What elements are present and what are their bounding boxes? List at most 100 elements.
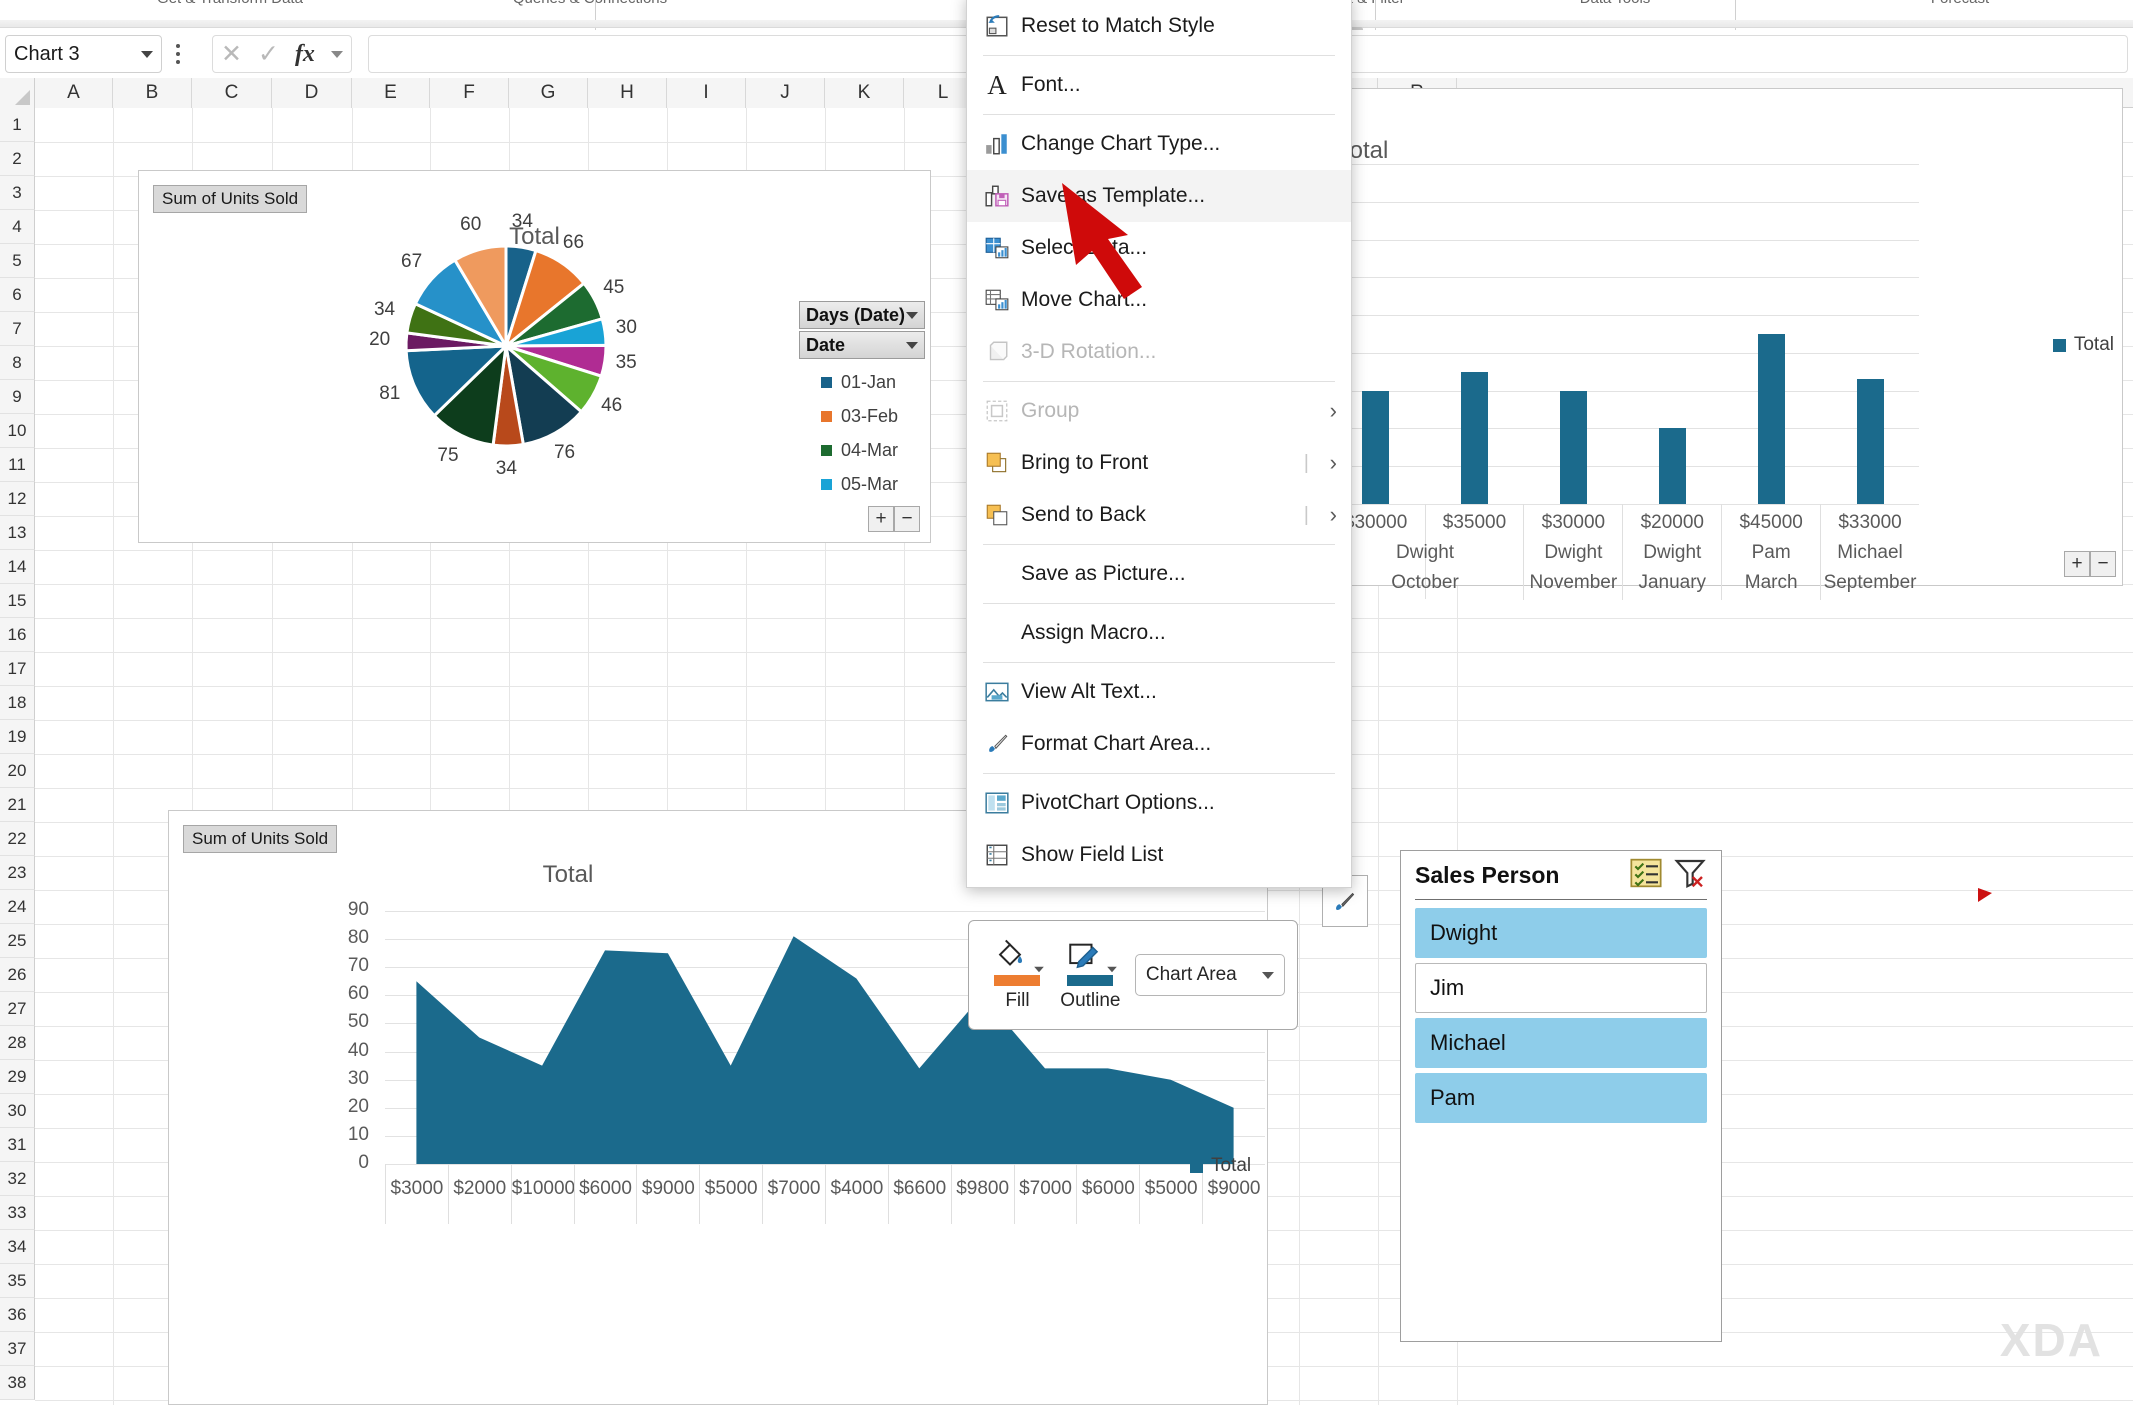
row-header-4[interactable]: 4: [0, 210, 35, 244]
legend-field-days-button[interactable]: Days (Date): [799, 301, 925, 329]
column-header-F[interactable]: F: [430, 78, 509, 108]
chart-context-menu[interactable]: Reset to Match Style A Font... Change Chart…: [966, 0, 1352, 888]
row-header-37[interactable]: 37: [0, 1332, 35, 1366]
chevron-right-icon[interactable]: ›: [1330, 502, 1337, 528]
column-header-J[interactable]: J: [746, 78, 825, 108]
menu-item-font[interactable]: A Font...: [967, 59, 1351, 111]
menu-item-assign-macro[interactable]: Assign Macro...: [967, 607, 1351, 659]
row-header-14[interactable]: 14: [0, 550, 35, 584]
row-header-8[interactable]: 8: [0, 346, 35, 380]
row-header-22[interactable]: 22: [0, 822, 35, 856]
row-header-6[interactable]: 6: [0, 278, 35, 312]
bar[interactable]: [1559, 390, 1587, 504]
check-icon[interactable]: ✓: [258, 41, 279, 67]
row-header-11[interactable]: 11: [0, 448, 35, 482]
column-chart-expand-collapse[interactable]: + −: [2064, 551, 2116, 577]
row-header-7[interactable]: 7: [0, 312, 35, 346]
pie-chart-expand-collapse[interactable]: + −: [868, 506, 920, 532]
menu-item-show-field-list[interactable]: Show Field List: [967, 829, 1351, 881]
row-header-27[interactable]: 27: [0, 992, 35, 1026]
row-header-15[interactable]: 15: [0, 584, 35, 618]
sales-person-slicer[interactable]: Sales Person Dwight Jim Michael Pam: [1400, 850, 1722, 1342]
fx-icon[interactable]: fx: [295, 41, 315, 68]
column-header-I[interactable]: I: [667, 78, 746, 108]
row-header-1[interactable]: 1: [0, 108, 35, 142]
collapse-button[interactable]: −: [894, 506, 920, 532]
slicer-item-jim[interactable]: Jim: [1415, 963, 1707, 1013]
row-header-34[interactable]: 34: [0, 1230, 35, 1264]
bar[interactable]: [1362, 390, 1390, 504]
column-header-H[interactable]: H: [588, 78, 667, 108]
row-header-17[interactable]: 17: [0, 652, 35, 686]
menu-item-reset-to-match-style[interactable]: Reset to Match Style: [967, 0, 1351, 52]
row-header-19[interactable]: 19: [0, 720, 35, 754]
column-header-E[interactable]: E: [352, 78, 430, 108]
column-header-A[interactable]: A: [35, 78, 113, 108]
area-field-button[interactable]: Sum of Units Sold: [183, 825, 338, 853]
multi-select-icon[interactable]: [1629, 857, 1663, 894]
row-header-2[interactable]: 2: [0, 142, 35, 176]
chevron-down-icon[interactable]: [141, 50, 153, 58]
outline-tool[interactable]: Outline: [1054, 939, 1127, 1012]
menu-item-pivotchart-options[interactable]: PivotChart Options...: [967, 777, 1351, 829]
row-header-18[interactable]: 18: [0, 686, 35, 720]
row-header-24[interactable]: 24: [0, 890, 35, 924]
chevron-right-icon[interactable]: ›: [1330, 398, 1337, 424]
row-header-10[interactable]: 10: [0, 414, 35, 448]
menu-item-select-data[interactable]: Select Data...: [967, 222, 1351, 274]
bar[interactable]: [1461, 371, 1488, 504]
menu-item-view-alt-text[interactable]: View Alt Text...: [967, 666, 1351, 718]
bar[interactable]: [1856, 379, 1884, 504]
column-header-G[interactable]: G: [509, 78, 588, 108]
collapse-button[interactable]: −: [2090, 551, 2116, 577]
slicer-item-dwight[interactable]: Dwight: [1415, 908, 1707, 958]
bar[interactable]: [1757, 334, 1785, 504]
pivot-pie-chart[interactable]: Sum of Units Sold Total 34 66 45 30 35 46 76 34…: [138, 170, 931, 543]
legend-field-date-button[interactable]: Date: [799, 331, 925, 359]
close-icon[interactable]: ✕: [221, 41, 242, 67]
name-box[interactable]: Chart 3: [5, 35, 162, 73]
chevron-down-icon[interactable]: [906, 311, 918, 319]
expand-button[interactable]: +: [868, 506, 894, 532]
menu-item-change-chart-type[interactable]: Change Chart Type...: [967, 118, 1351, 170]
row-header-31[interactable]: 31: [0, 1128, 35, 1162]
chevron-down-icon[interactable]: [906, 341, 918, 349]
column-header-K[interactable]: K: [825, 78, 904, 108]
more-options-icon[interactable]: [176, 44, 180, 64]
slicer-item-pam[interactable]: Pam: [1415, 1073, 1707, 1123]
menu-item-bring-to-front[interactable]: Bring to Front | ›: [967, 437, 1351, 489]
row-header-21[interactable]: 21: [0, 788, 35, 822]
row-header-36[interactable]: 36: [0, 1298, 35, 1332]
row-header-35[interactable]: 35: [0, 1264, 35, 1298]
row-header-26[interactable]: 26: [0, 958, 35, 992]
pivot-area-chart[interactable]: Sum of Units Sold Total 90 80 70 60 50 40 30 20…: [168, 810, 1268, 1405]
chevron-down-icon[interactable]: [1034, 966, 1044, 972]
fill-tool[interactable]: Fill: [981, 939, 1054, 1012]
row-header-16[interactable]: 16: [0, 618, 35, 652]
row-header-9[interactable]: 9: [0, 380, 35, 414]
chevron-right-icon[interactable]: ›: [1330, 450, 1337, 476]
row-header-3[interactable]: 3: [0, 176, 35, 210]
column-header-D[interactable]: D: [272, 78, 352, 108]
chevron-down-icon[interactable]: [330, 50, 343, 58]
expand-button[interactable]: +: [2064, 551, 2090, 577]
row-header-32[interactable]: 32: [0, 1162, 35, 1196]
select-all-corner[interactable]: [0, 78, 35, 108]
row-header-5[interactable]: 5: [0, 244, 35, 278]
row-header-25[interactable]: 25: [0, 924, 35, 958]
clear-filter-icon[interactable]: [1673, 857, 1707, 894]
row-header-28[interactable]: 28: [0, 1026, 35, 1060]
slicer-item-michael[interactable]: Michael: [1415, 1018, 1707, 1068]
row-header-20[interactable]: 20: [0, 754, 35, 788]
column-header-B[interactable]: B: [113, 78, 192, 108]
row-header-38[interactable]: 38: [0, 1366, 35, 1400]
chart-element-select[interactable]: Chart Area: [1134, 954, 1285, 996]
menu-item-save-as-picture[interactable]: Save as Picture...: [967, 548, 1351, 600]
column-header-C[interactable]: C: [192, 78, 272, 108]
row-header-12[interactable]: 12: [0, 482, 35, 516]
row-header-33[interactable]: 33: [0, 1196, 35, 1230]
menu-item-save-as-template[interactable]: Save as Template...: [967, 170, 1351, 222]
menu-item-move-chart[interactable]: Move Chart...: [967, 274, 1351, 326]
bar[interactable]: [1658, 428, 1686, 504]
row-header-13[interactable]: 13: [0, 516, 35, 550]
